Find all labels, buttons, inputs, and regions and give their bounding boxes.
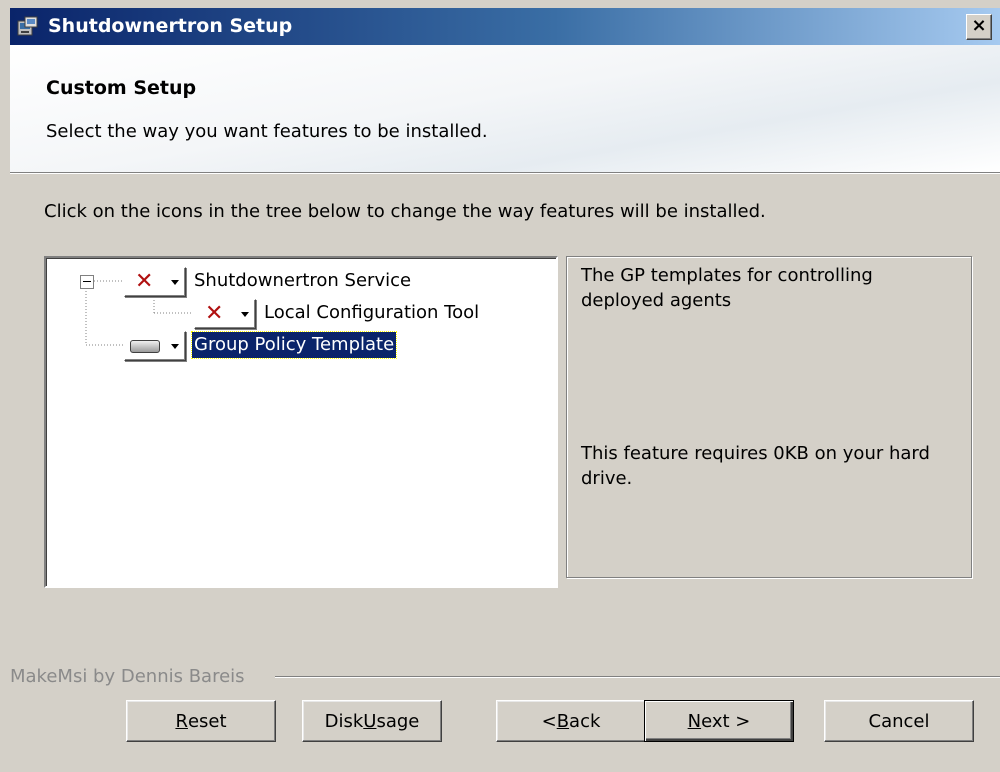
footer-divider xyxy=(275,676,1000,678)
back-button[interactable]: < Back xyxy=(496,700,646,742)
policy-template-state-dropdown[interactable] xyxy=(124,331,186,361)
tree-item-shutdownertron-service[interactable]: Shutdownertron Service xyxy=(192,268,413,294)
page-subtitle: Select the way you want features to be i… xyxy=(46,121,488,142)
close-button[interactable]: × xyxy=(966,14,992,40)
service-state-dropdown[interactable]: ✕ xyxy=(124,267,186,297)
brand-label: MakeMsi by Dennis Bareis xyxy=(10,666,245,687)
tree-item-local-configuration-tool[interactable]: Local Configuration Tool xyxy=(262,300,481,326)
feature-tree[interactable]: ✕ Shutdownertron Service ✕ Local Configu… xyxy=(44,256,558,588)
x-unavailable-icon: ✕ xyxy=(135,269,154,294)
tree-item-group-policy-template[interactable]: Group Policy Template xyxy=(190,331,398,359)
feature-description-panel: The GP templates for controlling deploye… xyxy=(566,256,972,578)
collapse-toggle[interactable] xyxy=(80,275,94,289)
config-tool-state-dropdown[interactable]: ✕ xyxy=(194,299,256,329)
dropdown-arrow-icon xyxy=(241,312,249,317)
cancel-button[interactable]: Cancel xyxy=(824,700,974,742)
next-button[interactable]: Next > xyxy=(644,700,794,742)
instruction-text: Click on the icons in the tree below to … xyxy=(44,201,766,222)
dropdown-arrow-icon xyxy=(171,280,179,285)
window-title: Shutdownertron Setup xyxy=(48,15,293,37)
dropdown-arrow-icon xyxy=(171,344,179,349)
setup-window: Shutdownertron Setup × Custom Setup Sele… xyxy=(10,8,1000,772)
header-banner: Custom Setup Select the way you want fea… xyxy=(10,45,1000,174)
feature-size-note: This feature requires 0KB on your hard d… xyxy=(581,443,930,489)
x-unavailable-icon: ✕ xyxy=(205,301,224,326)
installer-app-icon xyxy=(17,16,38,36)
page-title: Custom Setup xyxy=(46,77,197,99)
reset-button[interactable]: Reset xyxy=(126,700,276,742)
feature-description: The GP templates for controlling deploye… xyxy=(581,265,873,311)
title-bar[interactable]: Shutdownertron Setup × xyxy=(10,8,1000,45)
hard-drive-icon xyxy=(130,340,160,353)
disk-usage-button[interactable]: Disk Usage xyxy=(302,700,442,742)
